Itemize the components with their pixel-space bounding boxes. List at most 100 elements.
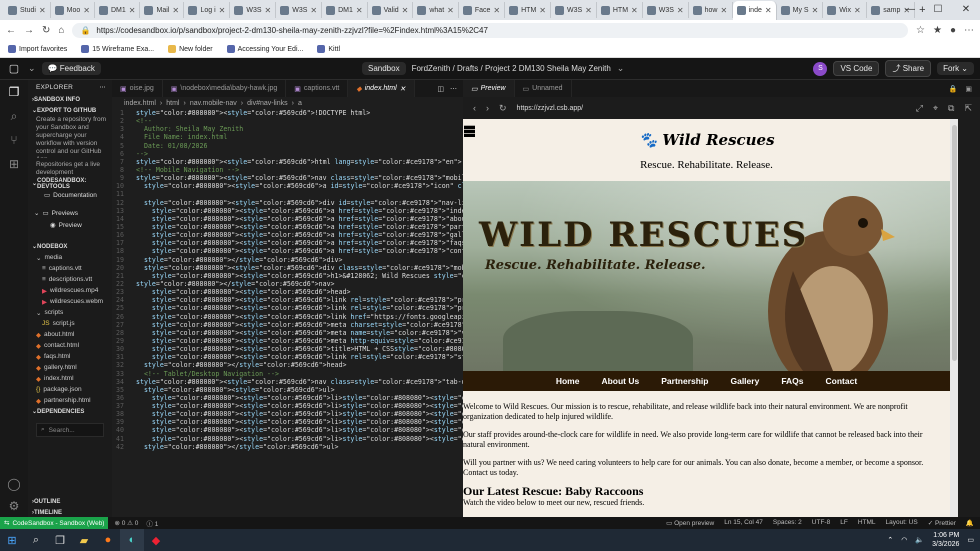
tab-close-icon[interactable]: ✕	[493, 6, 500, 15]
tab-close-icon[interactable]: ✕	[83, 6, 90, 15]
tab-close-icon[interactable]: ✕	[539, 6, 546, 15]
tab-close-icon[interactable]: ✕	[265, 6, 272, 15]
tab-preview[interactable]: ▭ Preview	[463, 80, 515, 97]
browser-tab[interactable]: Studi ✕	[4, 2, 51, 18]
tab-close-icon[interactable]: ✕	[585, 6, 592, 15]
browser-tab[interactable]: inde ✕	[732, 1, 777, 20]
open-preview-button[interactable]: ▭ Open preview	[666, 519, 714, 527]
firefox-icon[interactable]: ●	[96, 529, 120, 551]
tab-close-icon[interactable]: ✕	[765, 6, 772, 15]
preview-refresh-icon[interactable]: ↻	[499, 103, 507, 114]
tab-unnamed[interactable]: ▭ Unnamed	[515, 80, 572, 97]
project-chevron-icon[interactable]: ⌄	[617, 63, 625, 74]
preview-forward-icon[interactable]: ›	[486, 103, 489, 113]
browser-tab[interactable]: what ✕	[413, 2, 459, 18]
editor-tab[interactable]: ◆ index.html ✕	[348, 80, 415, 97]
extensions-icon[interactable]: ⊞	[0, 152, 28, 176]
file-item[interactable]: ◆ partnership.html	[28, 395, 112, 406]
devtools-icon[interactable]: ⌖	[933, 103, 938, 114]
file-item[interactable]: JS script.js	[28, 318, 112, 329]
preview-scrollbar[interactable]	[950, 119, 958, 517]
tab-close-icon[interactable]: ✕	[447, 6, 454, 15]
browser-tab[interactable]: DM1 ✕	[95, 2, 141, 18]
tab-close-icon[interactable]: ✕	[400, 85, 406, 93]
tab-close-icon[interactable]: ✕	[677, 6, 684, 15]
site-nav-gallery[interactable]: Gallery	[730, 376, 759, 386]
tab-close-icon[interactable]: ✕	[854, 6, 861, 15]
project-path[interactable]: FordZenith / Drafts / Project 2 DM130 Sh…	[412, 64, 611, 73]
bookmark-item[interactable]: Kittl	[317, 45, 340, 53]
breadcrumb-item[interactable]: html	[166, 100, 179, 107]
breadcrumb-item[interactable]: nav.mobile-nav	[190, 100, 237, 107]
breadcrumb-item[interactable]: index.html	[124, 100, 156, 107]
search-icon[interactable]: ⌕	[0, 104, 28, 128]
menu-dots-icon[interactable]: ⋯	[964, 25, 974, 36]
preview-back-icon[interactable]: ‹	[473, 103, 476, 113]
avatar[interactable]: S	[813, 61, 828, 76]
file-item[interactable]: ◆ index.html	[28, 373, 112, 384]
previews-item[interactable]: ⌄ ▭ Previews	[28, 207, 112, 219]
edge-icon[interactable]: ◐	[120, 529, 144, 551]
csb-menu-chevron-icon[interactable]: ⌄	[28, 63, 36, 74]
feedback-button[interactable]: 💬 Feedback	[41, 62, 101, 75]
media-folder[interactable]: ⌄ media	[28, 252, 112, 263]
remote-indicator[interactable]: ⇆ CodeSandbox - Sandbox (Web)	[0, 517, 109, 529]
account-icon[interactable]: ◯	[0, 472, 28, 496]
file-item[interactable]: {} package.json	[28, 384, 112, 395]
source-control-icon[interactable]: ⑂	[0, 128, 28, 152]
explorer-icon[interactable]: ❐	[0, 80, 28, 104]
tab-close-icon[interactable]: ✕	[356, 6, 363, 15]
scripts-folder[interactable]: ⌄ scripts	[28, 307, 112, 318]
site-nav-about-us[interactable]: About Us	[601, 376, 639, 386]
editor-tab[interactable]: ▣ captions.vtt	[286, 80, 349, 97]
vscode-button[interactable]: VS Code	[833, 61, 880, 76]
close-window-button[interactable]: ✕	[952, 0, 980, 20]
bookmark-item[interactable]: Accessing Your Edi...	[226, 45, 303, 53]
problems-indicator[interactable]: ⊗ 0 ⚠ 0	[114, 519, 138, 527]
volume-icon[interactable]: 🔈	[915, 536, 924, 544]
file-item[interactable]: ≡ captions.vtt	[28, 263, 112, 274]
tab-close-icon[interactable]: ✕	[720, 6, 727, 15]
devtools-section[interactable]: ⌄ CODESANDBOX: DEVTOOLS	[28, 178, 112, 190]
scrollbar-thumb[interactable]	[951, 125, 957, 361]
site-nav-faqs[interactable]: FAQs	[781, 376, 803, 386]
tab-close-icon[interactable]: ✕	[39, 6, 46, 15]
code-editor[interactable]: 1 style="color:#808080"><style="color:#56…	[112, 109, 463, 517]
tray-chevron-icon[interactable]: ⌃	[887, 536, 893, 544]
bookmark-item[interactable]: Import favorites	[8, 45, 67, 53]
tab-close-icon[interactable]: ✕	[812, 6, 819, 15]
browser-tab[interactable]: Face ✕	[459, 2, 506, 18]
browser-tab[interactable]: Valid ✕	[368, 2, 414, 18]
indent-setting[interactable]: Spaces: 2	[773, 519, 802, 527]
browser-tab[interactable]: Log i ✕	[184, 2, 231, 18]
file-explorer-icon[interactable]: ▰	[72, 529, 96, 551]
file-item[interactable]: ▶ wildrescues.mp4	[28, 285, 112, 296]
tab-close-icon[interactable]: ✕	[219, 6, 226, 15]
file-item[interactable]: ◆ faqs.html	[28, 351, 112, 362]
browser-tab[interactable]: W3S ✕	[551, 2, 597, 18]
editor-more-icon[interactable]: ⋯	[450, 85, 457, 93]
export-github-section[interactable]: ⌄ EXPORT TO GITHUB	[28, 105, 112, 116]
browser-tab[interactable]: how ✕	[689, 2, 733, 18]
taskbar-search-icon[interactable]: ⌕	[24, 529, 48, 551]
tab-close-icon[interactable]: ✕	[129, 6, 136, 15]
eol[interactable]: LF	[840, 519, 848, 527]
home-icon[interactable]: ⌂	[58, 25, 64, 36]
fork-button[interactable]: Fork ⌄	[937, 62, 974, 75]
forward-icon[interactable]: →	[24, 25, 34, 36]
browser-tab[interactable]: HTM ✕	[505, 2, 551, 18]
tab-close-icon[interactable]: ✕	[172, 6, 179, 15]
info-indicator[interactable]: ⓘ 1	[146, 518, 158, 528]
task-view-icon[interactable]: ❐	[48, 529, 72, 551]
back-icon[interactable]: ←	[6, 25, 16, 36]
file-item[interactable]: ◆ about.html	[28, 329, 112, 340]
browser-tab[interactable]: Moo ✕	[51, 2, 95, 18]
file-item[interactable]: ◆ gallery.html	[28, 362, 112, 373]
browser-tab[interactable]: W3S ✕	[230, 2, 277, 18]
browser-tab[interactable]: My S ✕	[777, 2, 824, 18]
documentation-link[interactable]: ▭ Documentation	[28, 189, 112, 201]
browser-tab[interactable]: Wix ✕	[823, 2, 868, 18]
browser-tab[interactable]: DM1 ✕	[322, 2, 368, 18]
site-nav-home[interactable]: Home	[556, 376, 580, 386]
maximize-button[interactable]: ☐	[924, 0, 952, 20]
